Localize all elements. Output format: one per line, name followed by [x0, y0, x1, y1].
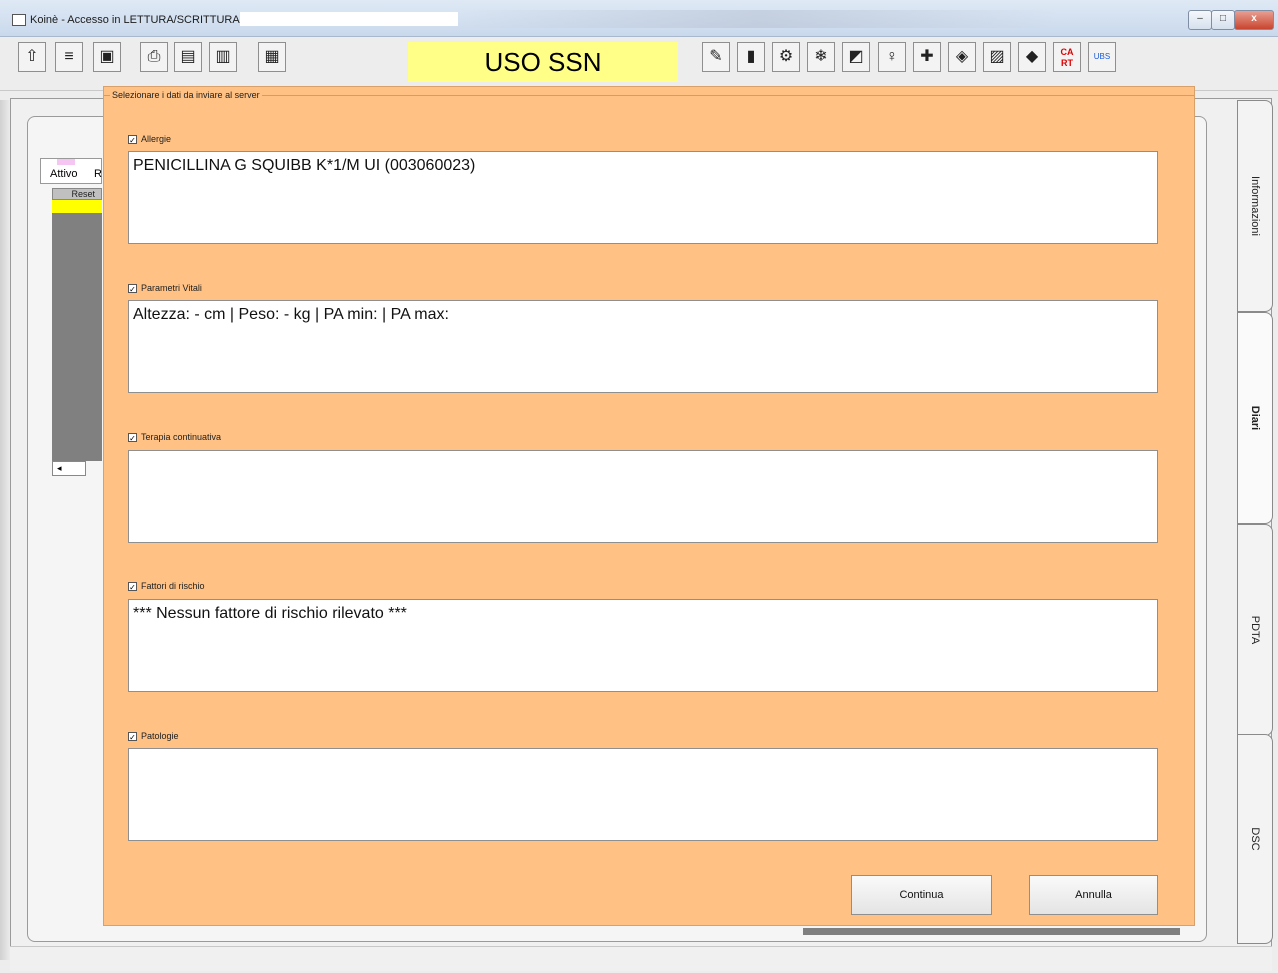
- terapia-continuativa-checkbox[interactable]: ✓: [128, 433, 137, 443]
- tab-pdta-label: PDTA: [1249, 615, 1261, 645]
- fattori-rischio-checkbox[interactable]: ✓: [128, 582, 137, 592]
- clipboard-icon[interactable]: ▨: [983, 42, 1011, 72]
- patologie-textbox[interactable]: [128, 748, 1158, 841]
- attivo-label: Attivo: [50, 168, 78, 180]
- parametri-vitali-label: Parametri Vitali: [141, 283, 202, 293]
- tab-color-indicator: [57, 159, 75, 165]
- print-icon[interactable]: ⎙: [140, 42, 168, 72]
- tab-dsc-label: DSC: [1249, 827, 1261, 851]
- tab-pdta[interactable]: PDTA: [1237, 524, 1273, 736]
- eye-icon[interactable]: ◈: [948, 42, 976, 72]
- continue-button[interactable]: Continua: [851, 875, 992, 915]
- minimize-button[interactable]: –: [1188, 10, 1212, 30]
- tab-diari-label: Diari: [1249, 405, 1261, 431]
- patologie-checkbox[interactable]: ✓: [128, 732, 137, 742]
- tab-informazioni[interactable]: Informazioni: [1237, 100, 1273, 312]
- parametri-vitali-checkbox-row[interactable]: ✓ Parametri Vitali: [128, 282, 202, 294]
- tools-icon[interactable]: ✎: [702, 42, 730, 72]
- parametri-vitali-textbox[interactable]: Altezza: - cm | Peso: - kg | PA min: | P…: [128, 300, 1158, 393]
- tab-dsc[interactable]: DSC: [1237, 734, 1273, 944]
- tab-informazioni-label: Informazioni: [1249, 176, 1261, 236]
- screen-icon[interactable]: ◩: [842, 42, 870, 72]
- pill-icon[interactable]: ✚: [913, 42, 941, 72]
- dialog-groupbox-line: [104, 95, 1194, 96]
- maximize-button[interactable]: □: [1211, 10, 1235, 30]
- person-icon[interactable]: ♀: [878, 42, 906, 72]
- handshake-icon[interactable]: ⚙: [772, 42, 800, 72]
- cart-icon[interactable]: CA RT: [1053, 42, 1081, 72]
- ubs-icon[interactable]: UBS: [1088, 42, 1116, 72]
- fattori-rischio-label: Fattori di rischio: [141, 581, 205, 591]
- grid-header-reset[interactable]: Reset: [52, 188, 102, 200]
- terapia-continuativa-textbox[interactable]: [128, 450, 1158, 543]
- allergie-label: Allergie: [141, 134, 172, 144]
- dialog-title: Selezionare i dati da inviare al server: [110, 90, 262, 100]
- arrow-up-icon[interactable]: ⇧: [18, 42, 46, 72]
- terapia-continuativa-checkbox-row[interactable]: ✓ Terapia continuativa: [128, 431, 221, 443]
- grid-body: [52, 213, 102, 461]
- cancel-button[interactable]: Annulla: [1029, 875, 1158, 915]
- horizontal-scrollbar[interactable]: [803, 928, 1180, 935]
- window-icon[interactable]: ▣: [93, 42, 121, 72]
- grid-selected-row[interactable]: [52, 200, 102, 213]
- patologie-label: Patologie: [141, 731, 179, 741]
- uso-ssn-banner: USO SSN: [408, 42, 678, 82]
- database-icon[interactable]: ▦: [258, 42, 286, 72]
- patologie-checkbox-row[interactable]: ✓ Patologie: [128, 730, 179, 742]
- fattori-rischio-textbox[interactable]: *** Nessun fattore di rischio rilevato *…: [128, 599, 1158, 692]
- tab-diari[interactable]: Diari: [1237, 312, 1273, 524]
- status-bar: [10, 946, 1272, 971]
- close-button[interactable]: x: [1234, 10, 1274, 30]
- fattori-rischio-checkbox-row[interactable]: ✓ Fattori di rischio: [128, 580, 205, 592]
- parametri-vitali-checkbox[interactable]: ✓: [128, 284, 137, 294]
- list-icon[interactable]: ≡: [55, 42, 83, 72]
- allergie-textbox[interactable]: PENICILLINA G SQUIBB K*1/M UI (003060023…: [128, 151, 1158, 244]
- chart-icon[interactable]: ▮: [737, 42, 765, 72]
- attivo-tab[interactable]: Attivo R: [40, 158, 102, 184]
- allergie-checkbox[interactable]: ✓: [128, 135, 137, 145]
- document-icon[interactable]: ▥: [209, 42, 237, 72]
- grid-scroll-left[interactable]: ◂: [52, 461, 86, 476]
- left-edge-shadow: [0, 100, 10, 960]
- redacted-area: [240, 12, 458, 26]
- r-label: R: [94, 168, 102, 180]
- save-icon[interactable]: ▤: [174, 42, 202, 72]
- blurred-title-area: [460, 10, 1060, 28]
- window-title: Koinè - Accesso in LETTURA/SCRITTURA: [30, 14, 240, 26]
- snowflake-icon[interactable]: ❄: [807, 42, 835, 72]
- allergie-checkbox-row[interactable]: ✓ Allergie: [128, 133, 171, 145]
- terapia-continuativa-label: Terapia continuativa: [141, 432, 222, 442]
- book-icon[interactable]: ◆: [1018, 42, 1046, 72]
- app-icon: [12, 14, 26, 26]
